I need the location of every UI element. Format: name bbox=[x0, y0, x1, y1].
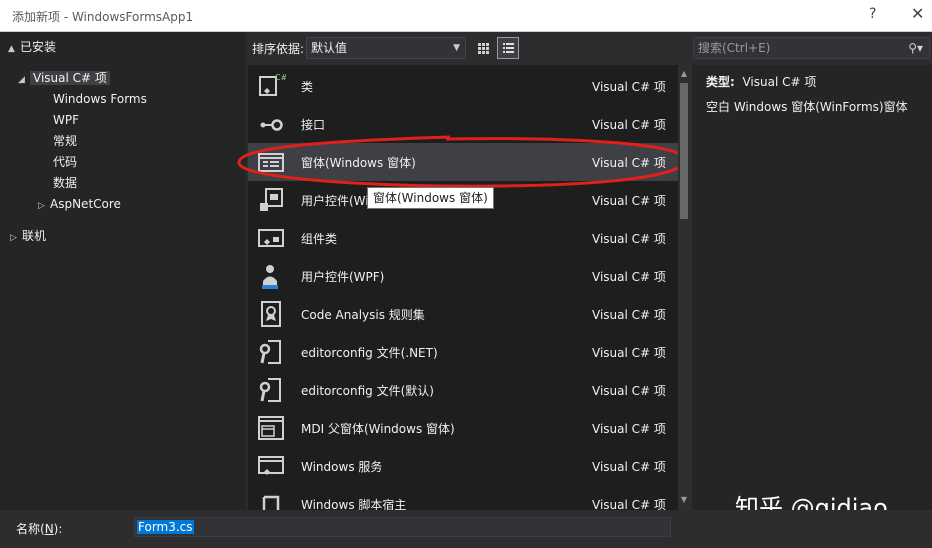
item-type: Visual C# 项 bbox=[592, 384, 666, 398]
tree-item-wpf[interactable]: WPF bbox=[53, 110, 79, 130]
list-item[interactable]: editorconfig 文件(默认) Visual C# 项 bbox=[248, 371, 678, 409]
item-type: Visual C# 项 bbox=[592, 232, 666, 246]
list-item[interactable]: Windows 脚本宿主 Visual C# 项 bbox=[248, 485, 678, 510]
tree-item-online[interactable]: ▷ 联机 bbox=[10, 226, 46, 246]
collapse-arrow-icon[interactable]: ◢ bbox=[18, 70, 30, 90]
item-name: 组件类 bbox=[301, 232, 338, 246]
details-type-value: Visual C# 项 bbox=[742, 75, 817, 89]
tree-label-aspnetcore: AspNetCore bbox=[50, 197, 121, 211]
tree-item-data[interactable]: 数据 bbox=[53, 173, 77, 193]
item-type: Visual C# 项 bbox=[592, 498, 666, 510]
item-type: Visual C# 项 bbox=[592, 270, 666, 284]
sort-toolbar: 排序依据: 默认值 ▼ bbox=[246, 32, 690, 64]
item-name: MDI 父窗体(Windows 窗体) bbox=[301, 422, 455, 436]
user-control-icon bbox=[260, 188, 283, 211]
scroll-down-icon[interactable]: ▼ bbox=[678, 495, 690, 504]
item-name: Code Analysis 规则集 bbox=[301, 308, 425, 322]
item-type: Visual C# 项 bbox=[592, 346, 666, 360]
item-name: Windows 脚本宿主 bbox=[301, 498, 407, 510]
scrollbar-thumb[interactable] bbox=[680, 83, 688, 219]
list-item[interactable]: C# 类 Visual C# 项 bbox=[248, 67, 678, 105]
ruleset-icon bbox=[261, 301, 281, 327]
expand-arrow-icon[interactable]: ▷ bbox=[10, 228, 22, 248]
item-tooltip: 窗体(Windows 窗体) bbox=[367, 187, 494, 209]
details-type: 类型: Visual C# 项 bbox=[706, 73, 816, 90]
list-scrollbar[interactable]: ▲ ▼ bbox=[678, 65, 690, 510]
component-icon bbox=[258, 229, 284, 247]
search-placeholder: 搜索(Ctrl+E) bbox=[698, 41, 771, 55]
service-icon bbox=[258, 456, 284, 475]
grid-view-button[interactable] bbox=[472, 37, 494, 59]
close-button[interactable]: ✕ bbox=[911, 4, 924, 23]
collapse-arrow-icon[interactable]: ▲ bbox=[8, 39, 20, 59]
chevron-down-icon: ▼ bbox=[453, 43, 460, 53]
mdi-form-icon bbox=[258, 416, 284, 440]
list-item[interactable]: 组件类 Visual C# 项 bbox=[248, 219, 678, 257]
item-name: 用户控件(WPF) bbox=[301, 270, 385, 284]
item-type: Visual C# 项 bbox=[592, 118, 666, 132]
details-type-label: 类型: bbox=[706, 75, 735, 89]
title-bar: 添加新项 - WindowsFormsApp1 ? ✕ bbox=[0, 0, 932, 32]
item-type: Visual C# 项 bbox=[592, 422, 666, 436]
template-tree: ▲ 已安装 ◢ Visual C# 项 Windows Forms WPF 常规 代… bbox=[0, 32, 246, 510]
item-type: Visual C# 项 bbox=[592, 308, 666, 322]
list-item[interactable]: editorconfig 文件(.NET) Visual C# 项 bbox=[248, 333, 678, 371]
sort-dropdown[interactable]: 默认值 ▼ bbox=[306, 37, 466, 59]
bottom-bar: 名称(N): Form3.cs bbox=[0, 510, 932, 548]
name-field-value: Form3.cs bbox=[137, 520, 194, 534]
scroll-up-icon[interactable]: ▲ bbox=[678, 69, 690, 78]
editorconfig-icon bbox=[259, 340, 281, 364]
tree-item-windows-forms[interactable]: Windows Forms bbox=[53, 89, 147, 109]
tree-label-online: 联机 bbox=[22, 229, 47, 243]
svg-text:C#: C# bbox=[275, 73, 286, 82]
list-item[interactable]: Code Analysis 规则集 Visual C# 项 bbox=[248, 295, 678, 333]
tree-label-installed: 已安装 bbox=[20, 40, 57, 54]
tree-label-visual-csharp: Visual C# 项 bbox=[30, 71, 110, 85]
details-panel: 类型: Visual C# 项 空白 Windows 窗体(WinForms)窗… bbox=[692, 65, 932, 510]
name-label: 名称(N): bbox=[16, 522, 63, 536]
class-icon: C# bbox=[259, 73, 286, 96]
window-title: 添加新项 - WindowsFormsApp1 bbox=[12, 10, 194, 24]
item-name: 类 bbox=[301, 80, 314, 94]
help-button[interactable]: ? bbox=[869, 6, 876, 22]
expand-arrow-icon[interactable]: ▷ bbox=[38, 196, 50, 216]
grid-view-icon bbox=[478, 43, 489, 54]
search-input[interactable]: 搜索(Ctrl+E) ⚲▾ bbox=[693, 37, 930, 59]
item-name: Windows 服务 bbox=[301, 460, 383, 474]
name-field[interactable]: Form3.cs bbox=[134, 517, 671, 537]
script-host-icon bbox=[262, 495, 280, 510]
tree-item-visual-csharp[interactable]: ◢ Visual C# 项 bbox=[18, 68, 110, 88]
item-name: editorconfig 文件(默认) bbox=[301, 384, 434, 398]
editorconfig-icon bbox=[259, 378, 281, 402]
sort-value: 默认值 bbox=[311, 41, 348, 55]
tree-item-aspnetcore[interactable]: ▷ AspNetCore bbox=[38, 194, 121, 214]
template-list: C# 类 Visual C# 项 接口 Visual C# 项 窗体(Windo… bbox=[248, 65, 678, 510]
sort-label: 排序依据: bbox=[252, 42, 305, 56]
list-item[interactable]: MDI 父窗体(Windows 窗体) Visual C# 项 bbox=[248, 409, 678, 447]
tree-item-installed[interactable]: ▲ 已安装 bbox=[8, 37, 56, 57]
list-item[interactable]: Windows 服务 Visual C# 项 bbox=[248, 447, 678, 485]
tree-item-code[interactable]: 代码 bbox=[53, 152, 77, 172]
item-name: editorconfig 文件(.NET) bbox=[301, 346, 438, 360]
wpf-user-control-icon bbox=[262, 265, 278, 289]
red-circle-annotation bbox=[237, 135, 687, 188]
search-icon[interactable]: ⚲▾ bbox=[908, 38, 923, 58]
item-type: Visual C# 项 bbox=[592, 460, 666, 474]
tree-item-general[interactable]: 常规 bbox=[53, 131, 77, 151]
item-type: Visual C# 项 bbox=[592, 80, 666, 94]
list-view-button[interactable] bbox=[497, 37, 519, 59]
item-type: Visual C# 项 bbox=[592, 194, 666, 208]
list-item[interactable]: 用户控件(WPF) Visual C# 项 bbox=[248, 257, 678, 295]
item-name: 接口 bbox=[301, 118, 326, 132]
list-view-icon bbox=[503, 43, 514, 53]
details-description: 空白 Windows 窗体(WinForms)窗体 bbox=[706, 100, 908, 114]
